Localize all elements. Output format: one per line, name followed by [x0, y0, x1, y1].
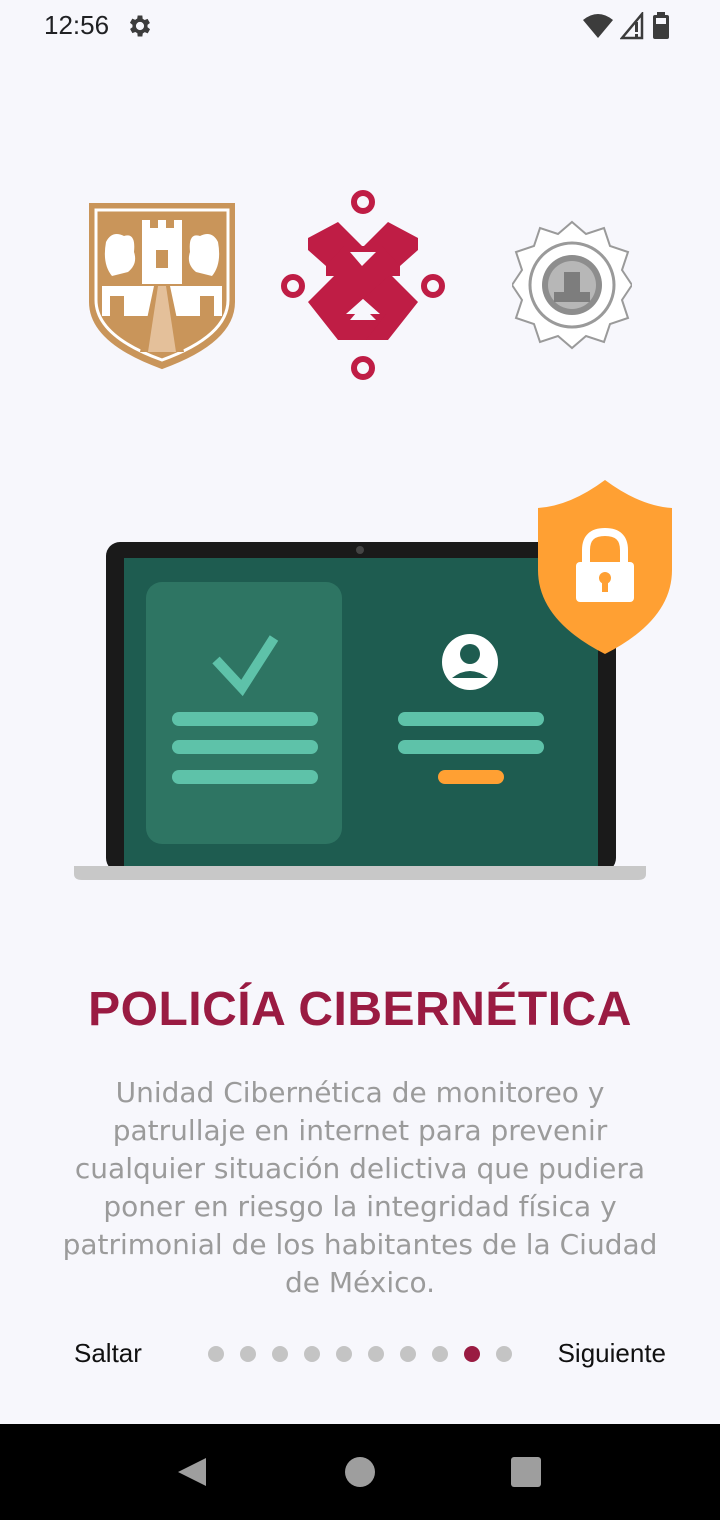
page-dot-2[interactable]	[240, 1346, 256, 1362]
back-icon[interactable]	[176, 1456, 208, 1493]
cyber-police-illustration	[70, 478, 680, 888]
page-dot-3[interactable]	[272, 1346, 288, 1362]
onboarding-title: POLICÍA CIBERNÉTICA	[88, 983, 632, 1036]
cdmx-cross-emblem-logo	[280, 190, 446, 387]
system-navigation-bar	[0, 1424, 720, 1520]
page-dot-4[interactable]	[304, 1346, 320, 1362]
institution-logos	[0, 190, 720, 390]
onboarding-navigation: Saltar Siguiente	[0, 1330, 720, 1380]
cellular-signal-icon	[619, 10, 646, 45]
next-button[interactable]: Siguiente	[558, 1338, 666, 1369]
onboarding-description: Unidad Cibernética de monitoreo y patrul…	[62, 1076, 658, 1299]
seguridad-ciudadana-badge-logo	[510, 220, 634, 355]
page-dot-8[interactable]	[432, 1346, 448, 1362]
home-icon[interactable]	[344, 1456, 376, 1493]
status-time: 12:56	[44, 10, 110, 40]
page-indicator	[208, 1346, 512, 1362]
battery-icon	[652, 12, 670, 45]
wifi-icon	[582, 12, 614, 45]
page-dot-10[interactable]	[496, 1346, 512, 1362]
page-dot-5[interactable]	[336, 1346, 352, 1362]
status-bar: 12:56	[0, 0, 720, 56]
cdmx-shield-logo	[88, 202, 236, 375]
page-dot-9-active[interactable]	[464, 1346, 480, 1362]
settings-gear-icon	[126, 12, 154, 45]
user-avatar-icon	[442, 634, 498, 690]
skip-button[interactable]: Saltar	[74, 1338, 142, 1369]
page-dot-6[interactable]	[368, 1346, 384, 1362]
page-dot-1[interactable]	[208, 1346, 224, 1362]
page-dot-7[interactable]	[400, 1346, 416, 1362]
recents-icon[interactable]	[510, 1456, 542, 1493]
